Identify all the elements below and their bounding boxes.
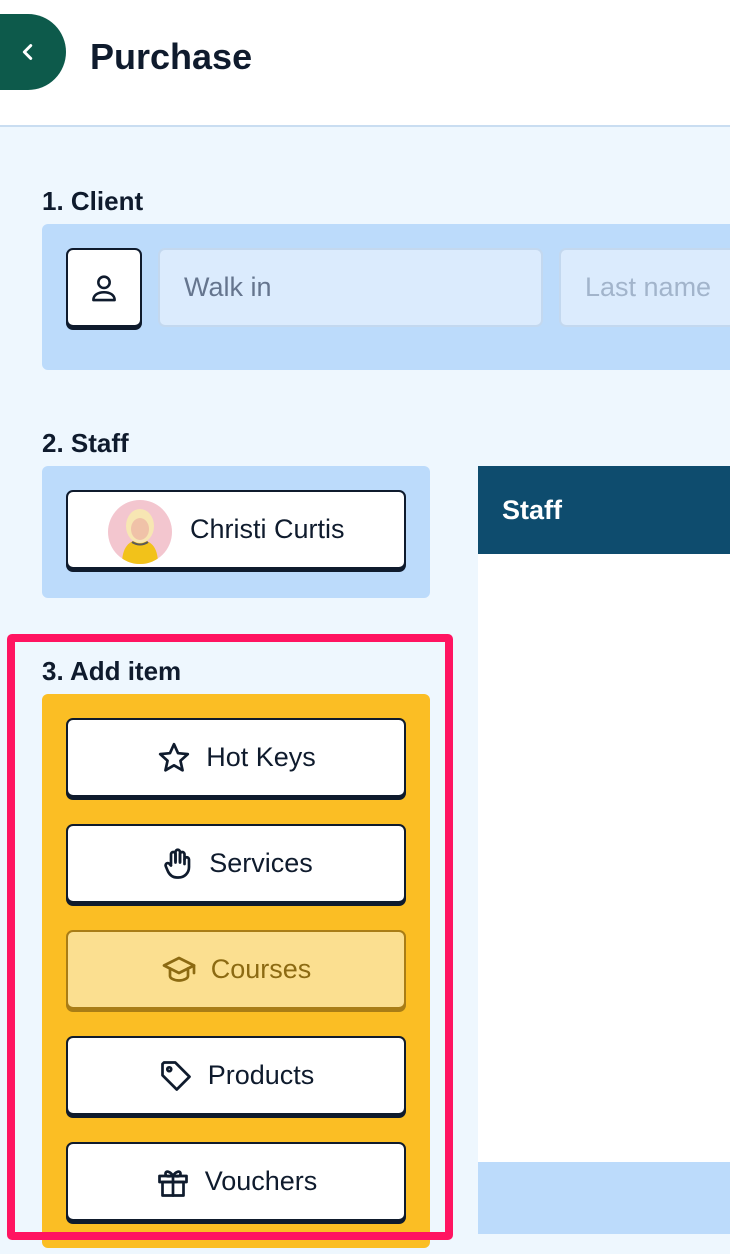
selected-staff-button[interactable]: Christi Curtis <box>66 490 406 569</box>
staff-list-footer <box>478 1162 730 1234</box>
staff-list-header: Staff <box>478 466 730 554</box>
page-title: Purchase <box>90 36 253 77</box>
client-section-label: 1. Client <box>42 186 144 216</box>
chevron-left-icon <box>22 44 33 60</box>
avatar-image <box>108 500 172 564</box>
back-button[interactable] <box>0 14 66 90</box>
select-client-button[interactable] <box>66 248 142 327</box>
user-icon <box>92 274 116 301</box>
avatar <box>108 500 172 564</box>
last-name-field[interactable]: Last name <box>559 248 730 327</box>
staff-section-label: 2. Staff <box>42 428 129 458</box>
top-bar: Purchase <box>0 0 730 127</box>
add-item-highlight <box>7 634 453 1240</box>
staff-name: Christi Curtis <box>190 514 345 544</box>
staff-list-panel: Staff <box>478 466 730 1234</box>
first-name-field[interactable]: Walk in <box>158 248 543 327</box>
